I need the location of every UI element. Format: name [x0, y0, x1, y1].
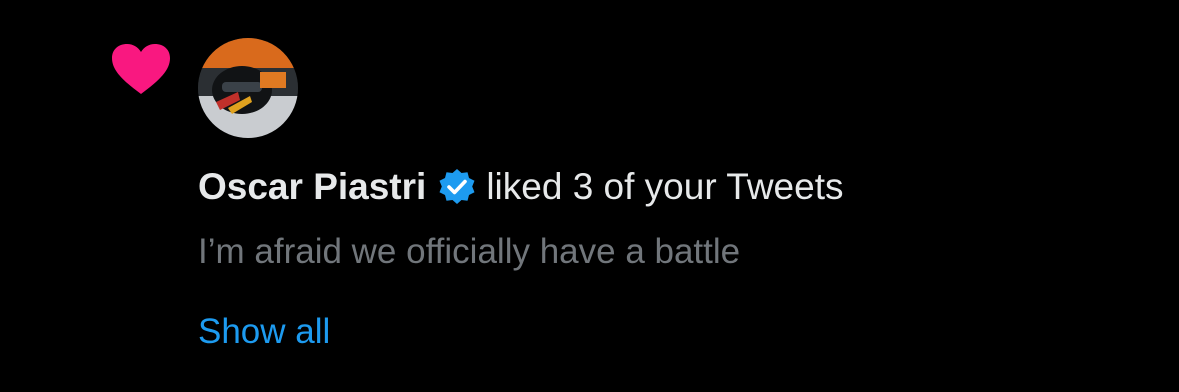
- action-text: liked 3 of your Tweets: [486, 166, 844, 207]
- show-all-link[interactable]: Show all: [198, 312, 330, 352]
- heart-icon: [110, 42, 172, 96]
- tweet-preview[interactable]: I’m afraid we officially have a battle: [198, 232, 740, 272]
- like-notification[interactable]: Oscar Piastri liked 3 of your Tweets I’m…: [0, 0, 1179, 392]
- verified-badge-icon: [438, 168, 476, 206]
- user-name[interactable]: Oscar Piastri: [198, 166, 426, 208]
- notification-headline: Oscar Piastri liked 3 of your Tweets: [198, 164, 844, 210]
- avatar[interactable]: [198, 38, 298, 138]
